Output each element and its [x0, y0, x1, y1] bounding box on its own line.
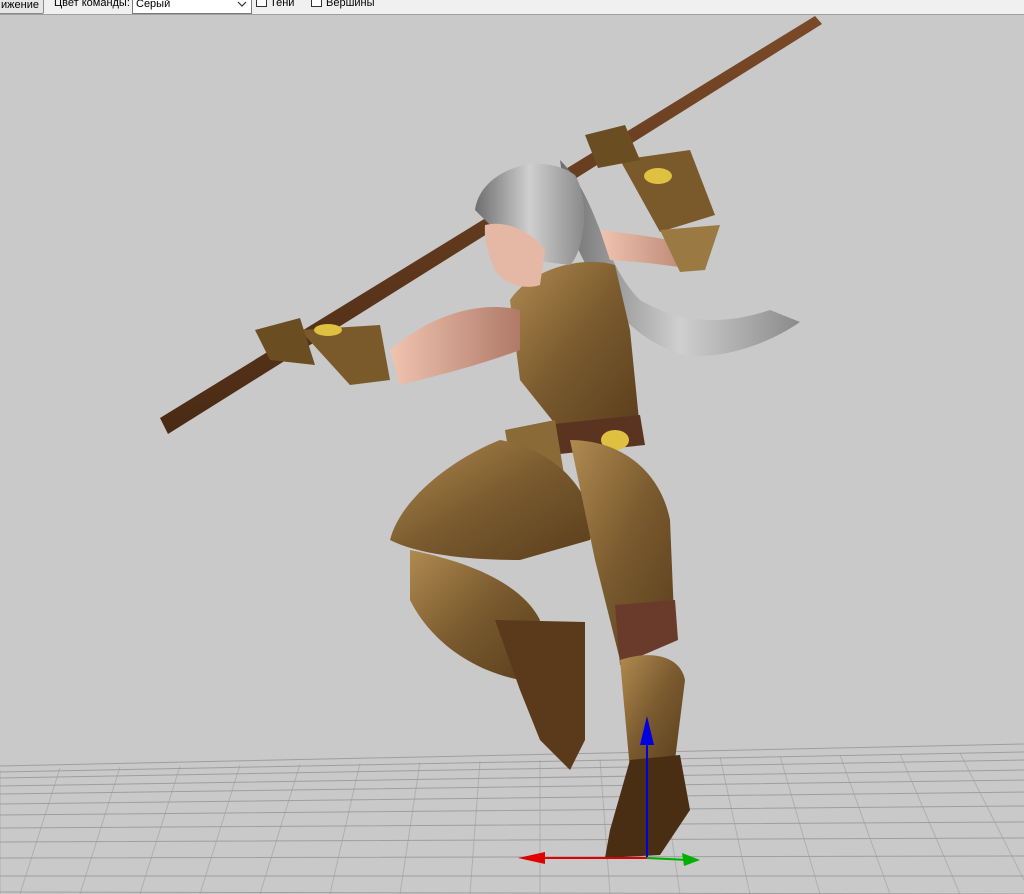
- viewport-canvas[interactable]: [0, 15, 1024, 894]
- left-glove-gem: [314, 324, 342, 336]
- movement-button[interactable]: ижение: [0, 0, 44, 14]
- character-model: [160, 16, 822, 858]
- model-viewport[interactable]: [0, 15, 1024, 894]
- toolbar: ижение Цвет команды: Серый Тени Вершины: [0, 0, 1024, 15]
- vertices-label: Вершины: [326, 0, 375, 9]
- raised-boot: [495, 620, 585, 770]
- right-glove-gem: [644, 168, 672, 184]
- left-bracer: [300, 325, 390, 385]
- x-axis-arrow-icon: [518, 852, 545, 864]
- shadows-checkbox[interactable]: [256, 0, 267, 7]
- y-axis-arrow-icon: [682, 853, 700, 866]
- chevron-down-icon: [237, 1, 247, 7]
- y-axis: [646, 857, 689, 861]
- team-color-value: Серый: [136, 0, 171, 10]
- team-color-label: Цвет команды:: [54, 0, 130, 9]
- standing-shin: [620, 655, 685, 770]
- left-arm: [390, 306, 520, 385]
- vertices-checkbox[interactable]: [311, 0, 322, 7]
- team-color-select[interactable]: Серый: [132, 0, 252, 14]
- shadows-label: Тени: [270, 0, 295, 9]
- right-bracer: [620, 150, 715, 232]
- ground-grid: [0, 743, 1024, 894]
